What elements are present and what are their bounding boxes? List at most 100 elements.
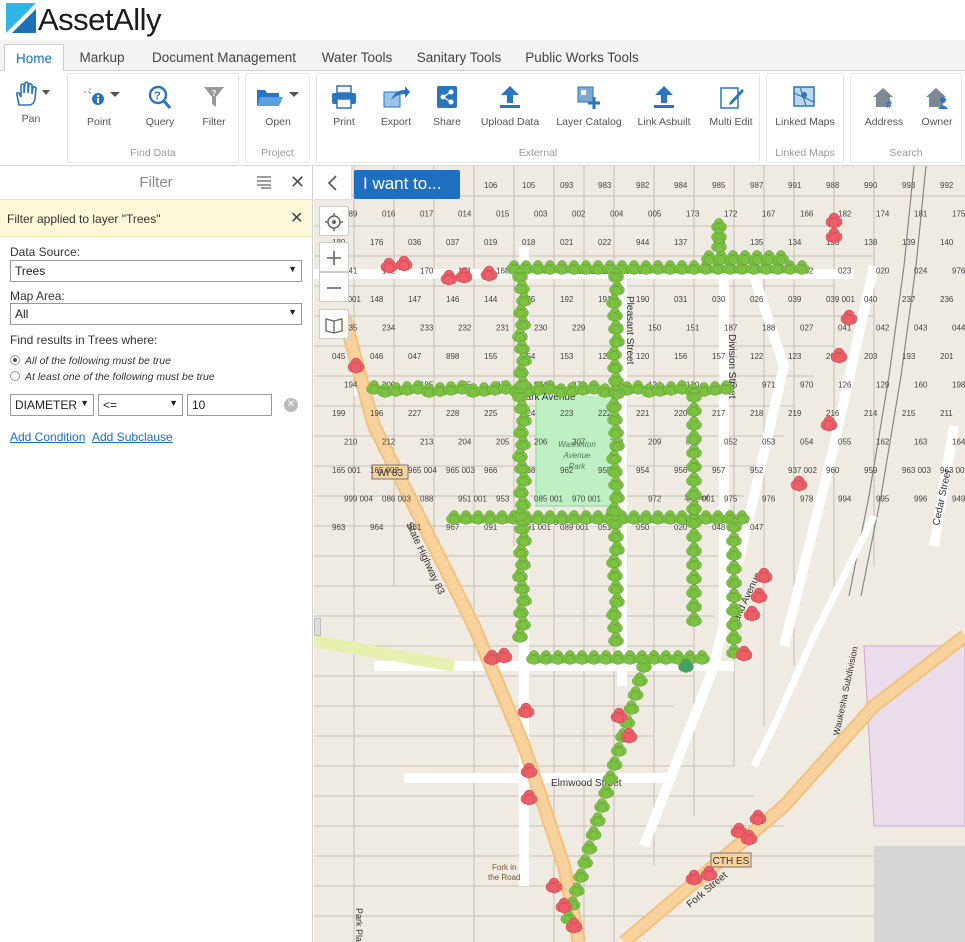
parcel-number: 173 [686,210,700,219]
parcel-number: 192 [560,295,574,304]
i-want-to-button[interactable]: I want to... [354,170,460,199]
parcel-number: 230 [534,324,548,333]
parcel-number: 139 [902,238,916,247]
condition-operator-select[interactable]: <= ▼ [98,394,183,416]
condition-field-value: DIAMETER [15,398,78,412]
linked-maps-group-label: Linked Maps [775,147,835,159]
parcel-number: 190 [636,295,650,304]
parcel-number: 047 [750,523,764,532]
panel-menu-icon[interactable] [256,175,272,189]
chevron-down-icon: ▼ [80,398,89,408]
parcel-number: 155 [484,352,498,361]
owner-label: Owner [921,116,953,128]
parcel-number: 234 [382,324,396,333]
parcel-number: 957 [712,466,726,475]
point-info-icon [84,88,120,105]
parcel-number: 148 [370,295,384,304]
highway-shield: CTH ES [713,856,750,867]
export-icon [383,86,410,108]
point-button[interactable]: Point [76,84,122,128]
tab-water-tools[interactable]: Water Tools [313,44,401,71]
tab-home[interactable]: Home [4,44,64,72]
parcel-number: 047 [408,352,422,361]
svg-text:#: # [886,99,892,110]
multi-edit-label: Multi Edit [709,116,753,128]
panel-splitter[interactable] [314,618,321,636]
upload-data-button[interactable]: Upload Data [479,84,541,128]
parcel-number: 956 [674,466,688,475]
parcel-number: 966 [484,466,498,475]
zoom-in-button[interactable] [319,242,349,272]
panel-close-icon[interactable]: ✕ [290,172,305,193]
export-button[interactable]: Export [375,84,417,128]
pan-button[interactable]: Pan [8,81,54,125]
multi-edit-pencil-icon [720,87,744,109]
bookmarks-button[interactable] [319,309,349,339]
parcel-number: 036 [408,238,422,247]
share-button[interactable]: Share [429,84,465,128]
parcel-number: 964 [370,523,384,532]
parcel-number: 949 001 [952,495,965,504]
layer-catalog-button[interactable]: Layer Catalog [555,84,623,128]
map-area-select[interactable]: All ▼ [10,303,302,325]
parcel-number: 135 [750,238,764,247]
parcel-number: 137 [674,238,688,247]
external-group-label: External [518,147,558,159]
parcel-number: 052 [724,438,738,447]
parcel-number: 123 [788,352,802,361]
condition-value-input[interactable]: 10 [187,394,272,416]
filter-funnel-icon: ? [204,87,224,107]
parcel-number: 144 [484,295,498,304]
print-button[interactable]: Print [325,84,363,128]
open-folder-icon [257,90,299,106]
address-button[interactable]: # Address [861,84,907,128]
remove-condition-icon[interactable]: ✕ [284,398,298,412]
parcel-number: 122 [750,352,764,361]
logo-icon [6,3,36,33]
multi-edit-button[interactable]: Multi Edit [705,84,757,128]
parcel-number: 093 [560,181,574,190]
map-area-label: Map Area: [10,289,65,303]
radio-unselected-icon [10,371,20,381]
upload-data-label: Upload Data [480,116,540,128]
condition-field-select[interactable]: DIAMETER ▼ [10,394,94,416]
parcel-number: 016 [382,210,396,219]
query-button[interactable]: ? Query [140,84,180,128]
filter-panel-header: Filter ✕ [0,166,312,200]
collapse-panel-button[interactable] [314,166,352,200]
parcel-number: 206 [534,438,548,447]
poi-label: Fork in [492,863,516,872]
tab-markup[interactable]: Markup [70,44,134,71]
map-view[interactable]: Washinton Avenue Park Oakland Avenue Par… [314,166,965,942]
link-asbuilt-button[interactable]: Link Asbuilt [635,84,693,128]
tab-public-works-tools[interactable]: Public Works Tools [518,44,646,71]
linked-maps-button[interactable]: Linked Maps [773,84,837,128]
parcel-number: 995 [876,495,890,504]
tab-document-management[interactable]: Document Management [143,44,305,71]
parcel-number: 990 [864,181,878,190]
filter-label: Filter [202,116,226,128]
tab-sanitary-tools[interactable]: Sanitary Tools [409,44,509,71]
parcel-number: 987 [750,181,764,190]
parcel-number: 088 [420,495,434,504]
owner-button[interactable]: Owner [915,84,959,128]
notice-close-icon[interactable]: ✕ [290,208,303,228]
match-all-radio[interactable]: All of the following must be true [10,355,171,367]
match-any-radio[interactable]: At least one of the following must be tr… [10,371,215,383]
add-subclause-link[interactable]: Add Subclause [92,430,173,444]
parcel-number: 030 [712,295,726,304]
parcel-number: 976 [952,267,965,276]
parcel-number: 014 [458,210,472,219]
open-button[interactable]: Open [252,84,304,128]
zoom-out-button[interactable] [319,272,349,302]
data-source-select[interactable]: Trees ▼ [10,260,302,282]
map-canvas[interactable]: Washinton Avenue Park Oakland Avenue Par… [314,166,965,942]
parcel-number: 004 [610,210,624,219]
locate-crosshair-icon [325,213,343,231]
filter-button[interactable]: ? Filter [194,84,234,128]
parcel-number: 944 [636,238,650,247]
locate-button[interactable] [319,206,349,236]
add-condition-link[interactable]: Add Condition [10,430,85,444]
chevron-down-icon: ▼ [288,307,297,317]
parcel-number: 970 001 [572,495,601,504]
